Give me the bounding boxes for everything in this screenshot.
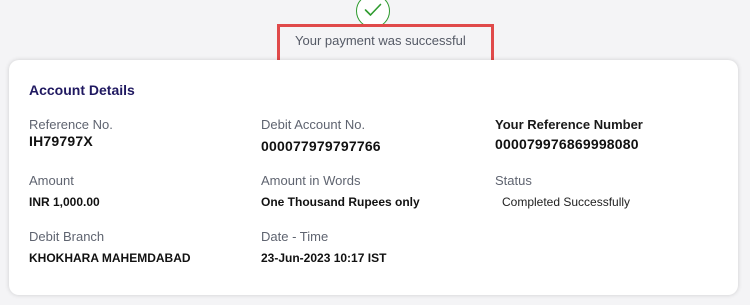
status-value: Completed Successfully — [502, 195, 631, 209]
amount-value: INR 1,000.00 — [29, 195, 100, 209]
date-time-label: Date - Time — [261, 229, 329, 244]
amount-in-words-value: One Thousand Rupees only — [261, 195, 420, 209]
account-details-title: Account Details — [29, 82, 135, 98]
reference-no-label: Reference No. — [29, 117, 113, 132]
your-reference-number-label: Your Reference Number — [495, 117, 643, 132]
debit-account-no-label: Debit Account No. — [261, 117, 366, 132]
your-reference-number-value: 000079976869998080 — [495, 136, 639, 152]
amount-in-words-label: Amount in Words — [261, 173, 361, 188]
payment-success-banner: Your payment was successful — [277, 24, 494, 64]
payment-success-message: Your payment was successful — [295, 33, 466, 48]
status-label: Status — [495, 173, 532, 188]
amount-label: Amount — [29, 173, 74, 188]
date-time-value: 23-Jun-2023 10:17 IST — [261, 251, 387, 265]
debit-branch-value: KHOKHARA MAHEMDABAD — [29, 251, 191, 265]
account-details-card: Account Details Reference No. IH79797X D… — [9, 60, 738, 295]
reference-no-value: IH79797X — [29, 133, 93, 149]
payment-confirmation-page: Your payment was successful Account Deta… — [0, 0, 750, 305]
debit-account-no-value: 000077979797766 — [261, 138, 381, 154]
debit-branch-label: Debit Branch — [29, 229, 105, 244]
